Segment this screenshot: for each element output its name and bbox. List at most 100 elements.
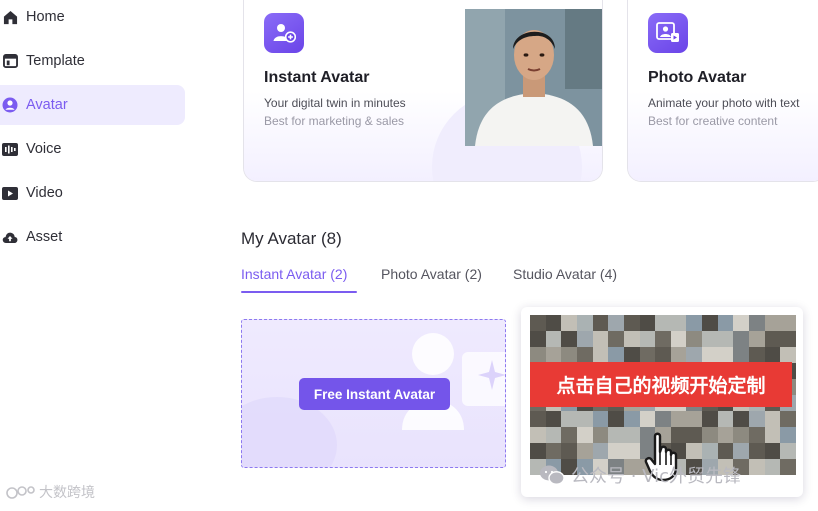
tab-instant-avatar[interactable]: Instant Avatar (2) [241, 266, 347, 282]
mosaic-tile [780, 427, 796, 443]
sidebar-item-avatar[interactable]: Avatar [0, 85, 185, 125]
mosaic-tile [670, 411, 687, 427]
mosaic-tile [702, 315, 718, 331]
mosaic-tile [592, 315, 609, 331]
sidebar: Home Template Avatar Voice Video Asset [0, 0, 200, 511]
mosaic-tile [686, 315, 703, 331]
mosaic-tile [561, 315, 577, 331]
mosaic-tile [655, 411, 671, 427]
mosaic-tile [686, 427, 703, 443]
video-overlay-banner: 点击自己的视频开始定制 [530, 362, 792, 407]
mosaic-tile [623, 443, 640, 459]
mosaic-tile [764, 411, 781, 427]
sidebar-item-asset[interactable]: Asset [0, 217, 185, 257]
presenter-photo [465, 9, 602, 146]
feature-description: Your digital twin in minutes [264, 96, 406, 110]
home-icon [2, 9, 18, 25]
feature-subtitle: Best for marketing & sales [264, 114, 405, 128]
sidebar-item-label: Avatar [26, 97, 68, 113]
photo-avatar-card[interactable]: Photo Avatar Animate your photo with tex… [627, 0, 818, 182]
mosaic-tile [608, 443, 624, 459]
sidebar-item-home[interactable]: Home [0, 0, 185, 37]
mosaic-tile [733, 347, 750, 363]
mosaic-tile [670, 331, 687, 347]
mosaic-tile [749, 459, 765, 475]
mosaic-tile [623, 411, 640, 427]
free-instant-avatar-button[interactable]: Free Instant Avatar [299, 378, 450, 410]
mosaic-tile [576, 347, 593, 363]
mosaic-tile [780, 315, 796, 331]
feature-title: Instant Avatar [264, 69, 370, 86]
wechat-icon [540, 465, 565, 485]
mosaic-tile [639, 347, 656, 363]
mosaic-tile [576, 443, 593, 459]
instant-avatar-card[interactable]: Instant Avatar Your digital twin in minu… [243, 0, 603, 182]
mosaic-tile [530, 443, 546, 459]
feature-description: Animate your photo with text [648, 96, 800, 110]
brand-logo-icon [6, 486, 35, 499]
mosaic-tile [702, 411, 718, 427]
mosaic-tile [717, 315, 734, 331]
mosaic-tile [592, 411, 609, 427]
voice-icon [2, 141, 18, 157]
mosaic-tile [702, 347, 718, 363]
mosaic-tile [780, 411, 796, 427]
mosaic-tile [530, 331, 546, 347]
mosaic-tile [530, 427, 546, 443]
mosaic-tile [639, 331, 656, 347]
mosaic-tile [608, 315, 624, 331]
mosaic-tile [717, 443, 734, 459]
mosaic-tile [764, 443, 781, 459]
mosaic-tile [780, 331, 796, 347]
mosaic-tile [623, 315, 640, 331]
mosaic-tile [733, 427, 750, 443]
mosaic-tile [545, 331, 562, 347]
sidebar-item-label: Asset [26, 229, 63, 245]
tab-studio-avatar[interactable]: Studio Avatar (4) [513, 266, 617, 282]
mosaic-tile [670, 315, 687, 331]
mosaic-tile [702, 331, 718, 347]
cloud-upload-icon [2, 229, 18, 245]
mosaic-tile [545, 347, 562, 363]
corner-watermark-text: 大数跨境 [39, 485, 95, 501]
mosaic-tile [749, 315, 765, 331]
mosaic-tile [749, 347, 765, 363]
mosaic-tile [717, 347, 734, 363]
mosaic-tile [530, 347, 546, 363]
avatar-video-card[interactable]: 点击自己的视频开始定制 公众号 · Vic外贸先锋 [521, 307, 803, 497]
mosaic-tile [576, 411, 593, 427]
mosaic-tile [670, 347, 687, 363]
mosaic-tile [702, 427, 718, 443]
mosaic-tile [608, 411, 624, 427]
video-icon [2, 185, 18, 201]
mosaic-tile [592, 347, 609, 363]
mosaic-tile [545, 443, 562, 459]
sidebar-item-label: Video [26, 185, 63, 201]
mosaic-tile [749, 443, 765, 459]
mosaic-tile [749, 411, 765, 427]
active-tab-indicator [241, 291, 357, 293]
mosaic-tile [608, 427, 624, 443]
sidebar-item-video[interactable]: Video [0, 173, 185, 213]
mosaic-tile [592, 443, 609, 459]
mosaic-tile [764, 427, 781, 443]
mosaic-tile [576, 331, 593, 347]
sidebar-item-voice[interactable]: Voice [0, 129, 185, 169]
mosaic-tile [623, 331, 640, 347]
create-avatar-card[interactable]: Free Instant Avatar [241, 319, 506, 468]
tab-photo-avatar[interactable]: Photo Avatar (2) [381, 266, 482, 282]
corner-watermark: 大数跨境 [6, 482, 95, 502]
template-icon [2, 53, 18, 69]
mosaic-tile [561, 427, 577, 443]
mosaic-tile [733, 331, 750, 347]
mosaic-tile [530, 315, 546, 331]
mosaic-tile [749, 331, 765, 347]
mosaic-tile [780, 459, 796, 475]
feature-subtitle: Best for creative content [648, 114, 778, 128]
sidebar-item-template[interactable]: Template [0, 41, 185, 81]
mosaic-tile [733, 443, 750, 459]
mosaic-tile [717, 411, 734, 427]
watermark-text: 公众号 · Vic外贸先锋 [571, 466, 741, 487]
mosaic-tile [717, 427, 734, 443]
mosaic-tile [561, 331, 577, 347]
